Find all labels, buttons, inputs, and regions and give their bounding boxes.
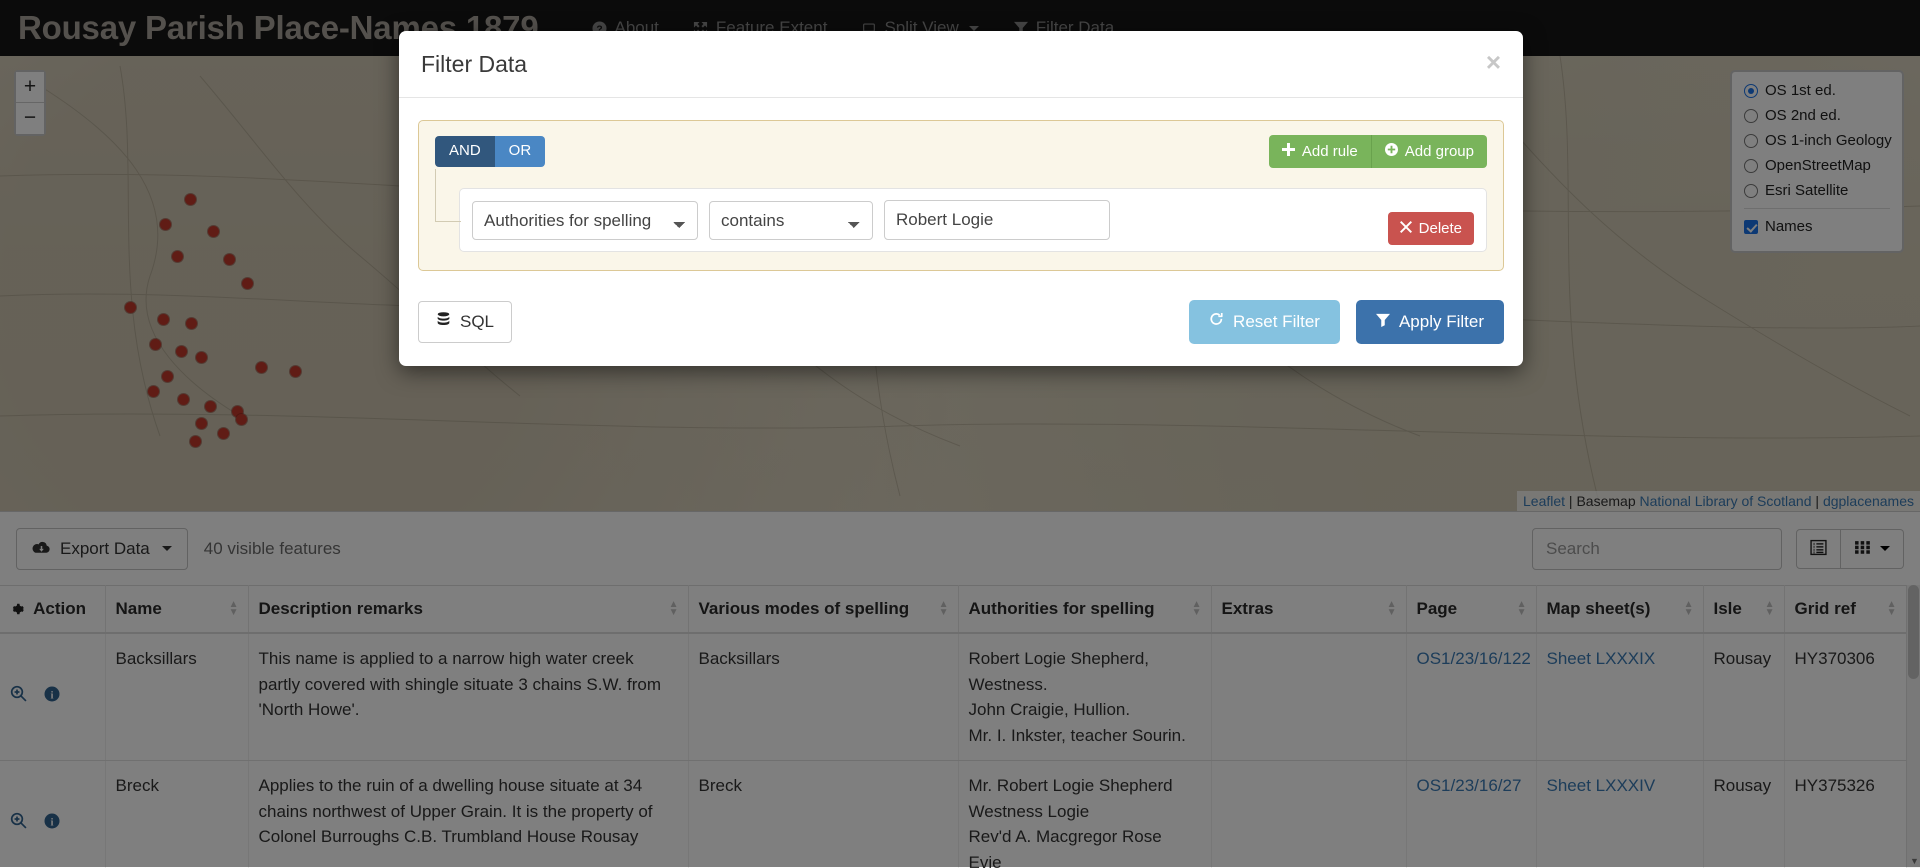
condition-and-button[interactable]: AND xyxy=(435,136,495,167)
add-group-button[interactable]: Add group xyxy=(1371,135,1487,168)
condition-toggle-group: AND OR xyxy=(435,136,545,167)
sql-label: SQL xyxy=(460,312,494,332)
add-rule-label: Add rule xyxy=(1302,143,1358,160)
rule-value-input[interactable] xyxy=(884,200,1110,240)
reset-filter-button[interactable]: Reset Filter xyxy=(1189,300,1340,344)
reset-filter-label: Reset Filter xyxy=(1233,312,1320,332)
modal-title: Filter Data xyxy=(421,51,1501,78)
modal-close-button[interactable]: × xyxy=(1486,49,1501,75)
add-group-label: Add group xyxy=(1405,143,1474,160)
modal-footer-actions: Reset Filter Apply Filter xyxy=(1189,300,1504,344)
modal-header: Filter Data × xyxy=(399,31,1523,98)
apply-filter-label: Apply Filter xyxy=(1399,312,1484,332)
close-x-icon xyxy=(1400,220,1412,237)
sql-button[interactable]: SQL xyxy=(418,301,512,343)
modal-body: AND OR Add rule Add group xyxy=(399,98,1523,284)
rule-field-select[interactable]: Authorities for spelling xyxy=(472,201,698,240)
delete-rule-button[interactable]: Delete xyxy=(1388,212,1474,245)
condition-or-button[interactable]: OR xyxy=(495,136,546,167)
funnel-icon xyxy=(1376,312,1390,332)
plus-icon xyxy=(1282,143,1295,160)
rule-operator-select[interactable]: contains xyxy=(709,201,873,240)
query-rule-row: Authorities for spelling contains Delete xyxy=(459,188,1487,252)
query-builder-actions: Add rule Add group xyxy=(1269,135,1487,168)
modal-footer: SQL Reset Filter Apply Filter xyxy=(399,284,1523,366)
add-rule-button[interactable]: Add rule xyxy=(1269,135,1371,168)
plus-circle-icon xyxy=(1385,143,1398,160)
query-builder-group: AND OR Add rule Add group xyxy=(418,120,1504,271)
filter-data-modal: Filter Data × AND OR Add rule xyxy=(399,31,1523,366)
query-builder-header: AND OR Add rule Add group xyxy=(435,135,1487,168)
database-icon xyxy=(436,312,451,332)
refresh-icon xyxy=(1209,312,1224,332)
delete-rule-label: Delete xyxy=(1419,220,1462,237)
apply-filter-button[interactable]: Apply Filter xyxy=(1356,300,1504,344)
